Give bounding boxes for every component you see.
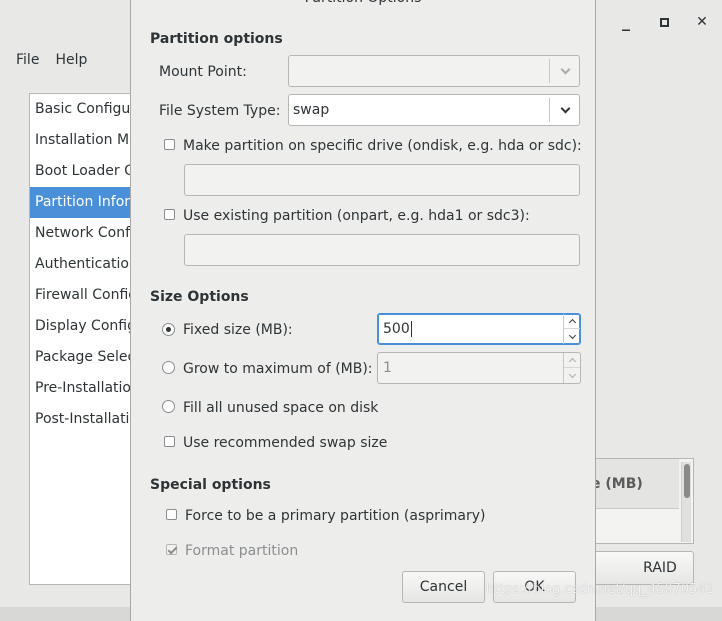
sidebar-item-authentication[interactable]: Authentication [30,249,138,280]
format-partition-checkbox[interactable] [166,544,177,555]
spinner-buttons [563,314,580,344]
grow-label[interactable]: Grow to maximum of (MB): [183,361,373,377]
window-controls: _ ✕ [618,14,710,31]
recommended-swap-checkbox[interactable] [164,436,175,447]
mount-point-combo[interactable] [288,55,580,87]
sidebar: Basic Configura Installation Me Boot Loa… [29,93,139,585]
fill-space-radio[interactable] [162,400,175,413]
sidebar-item-display[interactable]: Display Configu [30,311,138,342]
table-scrollbar[interactable] [681,462,691,542]
sidebar-item-installation-method[interactable]: Installation Me [30,125,138,156]
mount-point-label: Mount Point: [159,64,247,80]
fill-space-label[interactable]: Fill all unused space on disk [183,400,378,416]
spinner-down-icon[interactable] [564,329,580,344]
primary-partition-label[interactable]: Force to be a primary partition (asprima… [185,508,486,524]
size-options-heading: Size Options [150,289,249,305]
combo-separator [549,59,550,83]
ondisk-checkbox[interactable] [164,139,175,150]
fixed-size-radio[interactable] [162,323,175,336]
fixed-size-spinner[interactable]: 500 [377,313,581,345]
ondisk-field[interactable] [184,164,580,196]
ondisk-label[interactable]: Make partition on specific drive (ondisk… [183,138,582,154]
sidebar-item-firewall[interactable]: Firewall Config [30,280,138,311]
chevron-down-icon [559,103,571,116]
onpart-field[interactable] [184,234,580,266]
minimize-icon[interactable]: _ [618,14,634,30]
sidebar-item-network-configuration[interactable]: Network Confi [30,218,138,249]
partition-options-dialog: Partition Options Partition options Moun… [130,0,596,621]
file-system-type-label: File System Type: [159,103,281,119]
special-options-heading: Special options [150,477,271,493]
spinner-down-icon[interactable] [564,368,580,383]
menu-help[interactable]: Help [47,48,95,72]
dialog-title: Partition Options [131,0,595,10]
partition-table: e (MB) [590,458,694,544]
file-system-type-combo[interactable]: swap [288,94,580,126]
sidebar-item-basic-configuration[interactable]: Basic Configura [30,94,138,125]
chevron-down-icon [559,64,571,77]
grow-spinner[interactable]: 1 [377,352,581,384]
grow-value: 1 [383,360,392,376]
raid-button[interactable]: RAID [590,551,694,585]
menu-file[interactable]: File [8,48,47,72]
scrollbar-thumb[interactable] [684,464,690,498]
format-partition-label[interactable]: Format partition [185,543,298,559]
spinner-up-icon[interactable] [564,353,580,368]
sidebar-item-boot-loader[interactable]: Boot Loader Op [30,156,138,187]
menubar: File Help [8,48,95,72]
table-header-label: e (MB) [591,475,643,492]
ok-button[interactable]: OK [493,571,576,603]
primary-partition-checkbox[interactable] [166,509,177,520]
spinner-up-icon[interactable] [564,314,580,329]
spinner-buttons [563,353,580,383]
onpart-checkbox[interactable] [164,209,175,220]
partition-options-heading: Partition options [150,31,283,47]
maximize-icon[interactable] [656,14,672,30]
fixed-size-value: 500 [383,321,412,337]
sidebar-item-pre-installation[interactable]: Pre-Installatio [30,373,138,404]
fixed-size-label[interactable]: Fixed size (MB): [183,322,293,338]
onpart-label[interactable]: Use existing partition (onpart, e.g. hda… [183,208,530,224]
combo-separator [549,98,550,122]
close-icon[interactable]: ✕ [694,14,710,30]
sidebar-item-partition-information[interactable]: Partition Inform [30,187,138,218]
sidebar-item-post-installation[interactable]: Post-Installatio [30,404,138,435]
recommended-swap-label[interactable]: Use recommended swap size [183,435,387,451]
file-system-type-value: swap [293,102,330,118]
table-header-size[interactable]: e (MB) [591,459,679,509]
cancel-button[interactable]: Cancel [402,571,485,603]
grow-radio[interactable] [162,361,175,374]
sidebar-item-package-selection[interactable]: Package Select [30,342,138,373]
